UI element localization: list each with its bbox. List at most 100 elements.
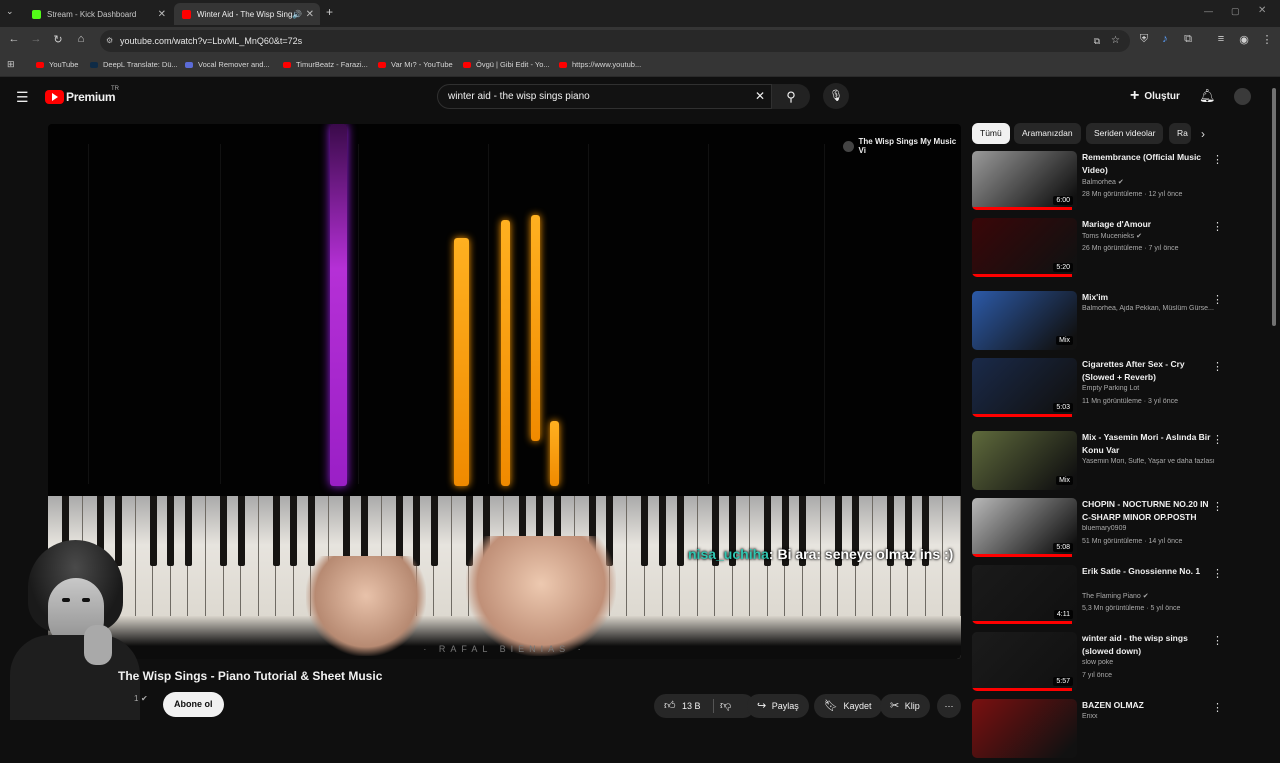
bookmark-youtube-link[interactable]: https://www.youtub... — [559, 60, 641, 69]
avatar[interactable] — [1234, 88, 1251, 105]
minimize-icon[interactable]: — — [1204, 6, 1213, 16]
profile-icon[interactable]: ◉ — [1236, 33, 1252, 46]
site-info-icon[interactable]: ⚙ — [106, 30, 113, 52]
recommendation-title[interactable]: Mix - Yasemin Mori - Aslında Bir Konu Va… — [1082, 431, 1212, 457]
bookmark-ovgu-edit[interactable]: Övgü | Gibi Edit - Yo... — [463, 60, 550, 69]
bookmark-star-icon[interactable]: ☆ — [1111, 30, 1120, 52]
hamburger-menu-icon[interactable]: ☰ — [16, 89, 29, 106]
notifications-bell-icon[interactable]: 🔔︎ — [1199, 88, 1216, 104]
more-options-icon[interactable]: ⋮ — [1212, 701, 1223, 714]
premium-logo-text[interactable]: Premium — [66, 90, 116, 104]
close-tab-icon[interactable]: ✕ — [306, 9, 314, 20]
video-thumbnail[interactable] — [972, 699, 1077, 758]
recommendation-item[interactable]: 5:03 Cigarettes After Sex - Cry (Slowed … — [972, 358, 1272, 422]
chip-related[interactable]: Ra — [1169, 123, 1191, 144]
youtube-logo-icon[interactable] — [45, 90, 64, 104]
video-thumbnail[interactable]: 4:11 — [972, 565, 1077, 624]
chip-from-search[interactable]: Aramanızdan — [1014, 123, 1081, 144]
chip-all[interactable]: Tümü — [972, 123, 1010, 144]
recommendation-item[interactable]: 6:00 Remembrance (Official Music Video) … — [972, 151, 1272, 215]
tab-list-chevron-icon[interactable]: ⌄ — [6, 6, 14, 17]
bookmark-var-mi[interactable]: Var Mı? - YouTube — [378, 60, 453, 69]
channel-name[interactable]: Balmorhea, Ajda Pekkan, Müslüm Gürse... — [1082, 305, 1222, 312]
channel-name[interactable]: Empty Parking Lot — [1082, 385, 1222, 392]
thumbs-up-icon[interactable]: 👍︎ — [664, 700, 676, 712]
video-thumbnail[interactable]: 5:08 — [972, 498, 1077, 557]
recommendation-item[interactable]: 5:20 Mariage d'Amour Toms Mucenieks ✔ 26… — [972, 218, 1272, 282]
video-thumbnail[interactable]: 5:57 — [972, 632, 1077, 691]
video-thumbnail[interactable]: Mix — [972, 431, 1077, 490]
browser-menu-icon[interactable]: ⋮ — [1259, 33, 1275, 46]
search-button[interactable]: ⚲ — [772, 84, 810, 109]
channel-name[interactable]: Yasemin Mori, Sufle, Yaşar ve daha fazla… — [1082, 458, 1222, 465]
shield-extension-icon[interactable]: ⛨ — [1136, 33, 1152, 46]
bookmark-timurbeatz[interactable]: TimurBeatz - Farazi... — [283, 60, 368, 69]
share-button[interactable]: ↪ Paylaş — [747, 694, 809, 718]
window-close-icon[interactable]: ✕ — [1258, 5, 1266, 16]
channel-name[interactable]: bluemary0909 — [1082, 525, 1222, 532]
new-tab-icon[interactable]: + — [326, 5, 333, 19]
scrollbar[interactable] — [1272, 88, 1276, 326]
forward-icon[interactable]: → — [28, 33, 44, 45]
tab-winter-aid[interactable]: Winter Aid - The Wisp Sings 🔊 ✕ — [174, 3, 320, 25]
address-bar[interactable]: ⚙ youtube.com/watch?v=LbvML_MnQ60&t=72s … — [100, 30, 1130, 52]
recommendation-title[interactable]: Erik Satie - Gnossienne No. 1 — [1082, 565, 1212, 578]
video-thumbnail[interactable]: 5:20 — [972, 218, 1077, 277]
media-controls-icon[interactable]: ≡ — [1213, 33, 1229, 45]
channel-name[interactable]: The Flaming Piano ✔ — [1082, 592, 1222, 600]
like-count[interactable]: 13 B — [682, 701, 701, 711]
reload-icon[interactable]: ↻ — [50, 33, 66, 46]
recommendation-item[interactable]: BAZEN OLMAZ Erixx ⋮ — [972, 699, 1272, 763]
channel-name[interactable]: Balmorhea ✔ — [1082, 178, 1222, 186]
video-player[interactable]: The Wisp Sings My Music Vi · RAFAL BIENI… — [48, 124, 961, 659]
back-icon[interactable]: ← — [6, 33, 22, 45]
clip-button[interactable]: ✂ Klip — [880, 694, 930, 718]
audio-extension-icon[interactable]: ♪ — [1157, 33, 1173, 45]
maximize-icon[interactable]: ▢ — [1231, 6, 1240, 17]
tab-kick-dashboard[interactable]: Stream - Kick Dashboard ✕ — [24, 3, 172, 25]
channel-watermark[interactable]: The Wisp Sings My Music Vi — [843, 137, 961, 155]
more-options-icon[interactable]: ⋮ — [1212, 220, 1223, 233]
more-actions-button[interactable]: ⋯ — [937, 694, 961, 718]
channel-name[interactable]: slow poke — [1082, 659, 1222, 666]
more-options-icon[interactable]: ⋮ — [1212, 293, 1223, 306]
channel-name[interactable]: Erixx — [1082, 713, 1222, 720]
install-app-icon[interactable]: ⧉ — [1094, 30, 1100, 52]
subscribe-button[interactable]: Abone ol — [163, 692, 224, 717]
recommendation-title[interactable]: BAZEN OLMAZ — [1082, 699, 1212, 712]
more-options-icon[interactable]: ⋮ — [1212, 500, 1223, 513]
thumbs-down-icon[interactable]: 👎︎ — [720, 694, 731, 718]
recommendation-title[interactable]: Mariage d'Amour — [1082, 218, 1212, 231]
recommendation-title[interactable]: Cigarettes After Sex - Cry (Slowed + Rev… — [1082, 358, 1212, 384]
more-options-icon[interactable]: ⋮ — [1212, 634, 1223, 647]
more-options-icon[interactable]: ⋮ — [1212, 153, 1223, 166]
extensions-icon[interactable]: ⧉ — [1180, 33, 1196, 46]
recommendation-item[interactable]: 4:11 Erik Satie - Gnossienne No. 1 The F… — [972, 565, 1272, 629]
clear-search-icon[interactable]: ✕ — [755, 85, 765, 108]
home-icon[interactable]: ⌂ — [73, 33, 89, 45]
voice-search-button[interactable]: 🎙 — [823, 83, 849, 109]
bookmark-deepl[interactable]: DeepL Translate: Dü... — [90, 60, 178, 69]
recommendation-title[interactable]: winter aid - the wisp sings (slowed down… — [1082, 632, 1212, 658]
create-button[interactable]: + Oluştur — [1130, 88, 1180, 104]
recommendation-item[interactable]: 5:08 CHOPIN - NOCTURNE NO.20 IN C-SHARP … — [972, 498, 1272, 562]
search-input[interactable]: winter aid - the wisp sings piano ✕ — [437, 84, 772, 109]
chevron-right-icon[interactable]: › — [1201, 127, 1205, 141]
recommendation-title[interactable]: Remembrance (Official Music Video) — [1082, 151, 1212, 177]
bookmark-vocal-remover[interactable]: Vocal Remover and... — [185, 60, 270, 69]
recommendation-item[interactable]: Mix Mix'im Balmorhea, Ajda Pekkan, Müslü… — [972, 291, 1272, 355]
video-thumbnail[interactable]: Mix — [972, 291, 1077, 350]
audio-playing-icon[interactable]: 🔊 — [292, 10, 302, 19]
more-options-icon[interactable]: ⋮ — [1212, 433, 1223, 446]
more-options-icon[interactable]: ⋮ — [1212, 567, 1223, 580]
recommendation-item[interactable]: Mix Mix - Yasemin Mori - Aslında Bir Kon… — [972, 431, 1272, 495]
close-tab-icon[interactable]: ✕ — [158, 9, 166, 20]
save-button[interactable]: 🔖︎ Kaydet — [814, 694, 882, 718]
apps-grid-icon[interactable]: ⊞ — [7, 59, 15, 70]
bookmark-youtube[interactable]: YouTube — [36, 60, 78, 69]
recommendation-title[interactable]: Mix'im — [1082, 291, 1212, 304]
recommendation-title[interactable]: CHOPIN - NOCTURNE NO.20 IN C-SHARP MINOR… — [1082, 498, 1212, 524]
chip-from-series[interactable]: Seriden videolar — [1086, 123, 1164, 144]
video-thumbnail[interactable]: 5:03 — [972, 358, 1077, 417]
channel-name[interactable]: Toms Mucenieks ✔ — [1082, 232, 1222, 240]
